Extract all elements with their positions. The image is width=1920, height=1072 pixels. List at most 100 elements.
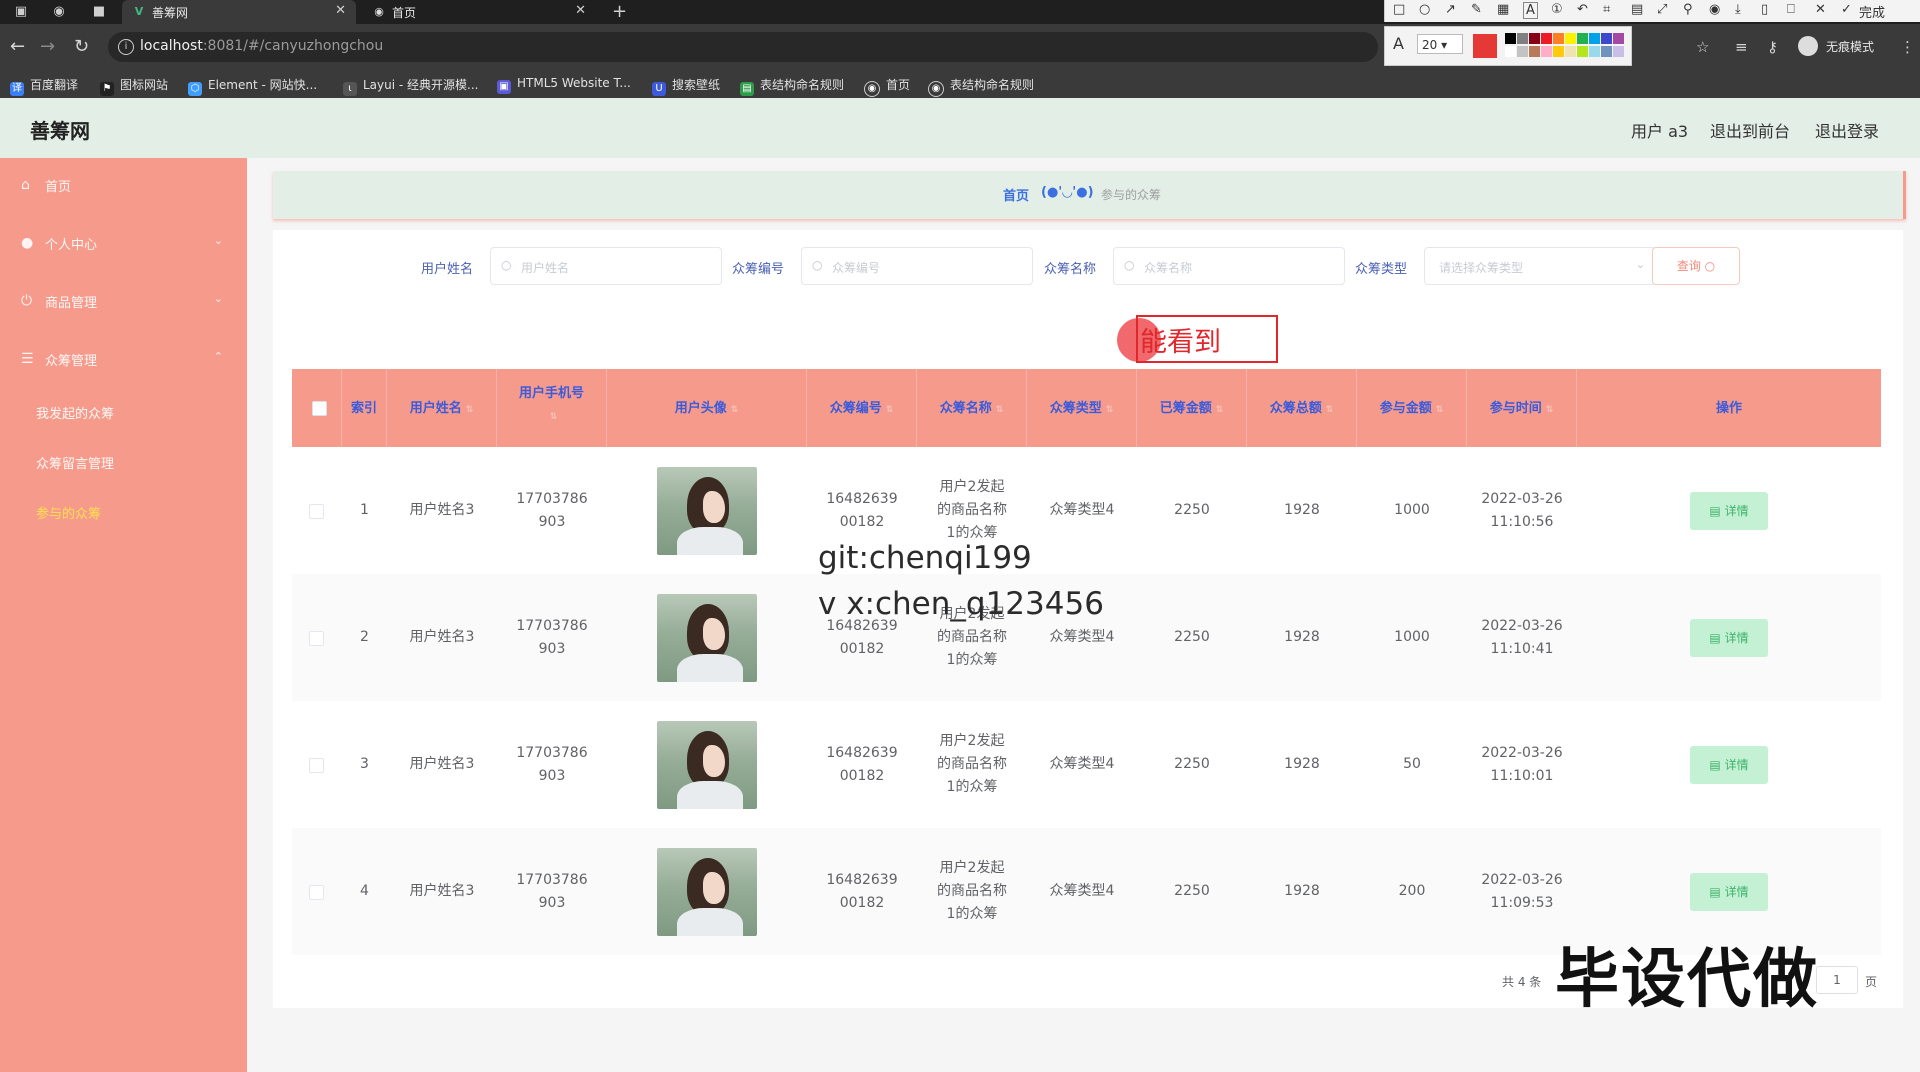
font-size-select[interactable]: 20 ▾	[1417, 34, 1463, 54]
color-swatch[interactable]	[1517, 46, 1528, 57]
bookmark-item[interactable]: U 搜索壁纸	[652, 76, 720, 96]
sidebar-item-profile[interactable]: ● 个人中心 ⌄	[0, 218, 247, 268]
bookmark-item[interactable]: ◉ 首页	[864, 76, 910, 97]
current-color-swatch[interactable]	[1473, 34, 1497, 58]
filter-name-input[interactable]: ○ 众筹名称	[1113, 247, 1345, 285]
url-input[interactable]: i localhost:8081/#/canyuzhongchou	[108, 32, 1378, 62]
color-swatch[interactable]	[1577, 33, 1588, 44]
color-swatch[interactable]	[1541, 33, 1552, 44]
detail-button[interactable]: ▤ 详情	[1690, 745, 1768, 784]
header-select-all[interactable]	[292, 369, 342, 447]
mosaic-tool-icon[interactable]: ▦	[1497, 2, 1509, 17]
color-swatch[interactable]	[1517, 33, 1528, 44]
bookmark-item[interactable]: ▣ HTML5 Website T...	[497, 76, 631, 94]
expand-icon[interactable]: ⤢	[1657, 2, 1667, 17]
color-swatch[interactable]	[1613, 46, 1624, 57]
close-icon[interactable]: ✕	[335, 3, 346, 18]
reload-icon[interactable]: ↻	[74, 36, 89, 57]
column-header[interactable]: 众筹总额 ⇅	[1247, 369, 1357, 447]
tab-search-icon[interactable]: ▣	[12, 4, 30, 20]
circle-tool-icon[interactable]: ○	[1419, 2, 1430, 17]
arrow-tool-icon[interactable]: ↗	[1445, 2, 1456, 17]
filter-code-input[interactable]: ○ 众筹编号	[801, 247, 1033, 285]
tab-active[interactable]: V 善筹网 ✕	[122, 0, 356, 24]
color-swatch[interactable]	[1613, 33, 1624, 44]
crop-icon[interactable]: ⌗	[1603, 2, 1610, 17]
reading-list-icon[interactable]: ≡	[1735, 38, 1748, 56]
color-swatch[interactable]	[1553, 46, 1564, 57]
detail-button[interactable]: ▤ 详情	[1690, 491, 1768, 530]
download-icon[interactable]: ⤓	[1735, 2, 1741, 17]
query-button[interactable]: 查询 ○	[1652, 247, 1740, 285]
sidebar-subitem-participated[interactable]: 参与的众筹	[36, 503, 101, 522]
check-icon[interactable]: ✓	[1841, 2, 1852, 17]
column-header[interactable]: 众筹名称 ⇅	[917, 369, 1027, 447]
color-swatch[interactable]	[1505, 33, 1516, 44]
row-checkbox[interactable]	[309, 631, 324, 646]
text-tool-icon[interactable]: A	[1523, 2, 1538, 19]
menu-dots-icon[interactable]: ⋮	[1900, 38, 1915, 56]
color-swatch[interactable]	[1529, 33, 1540, 44]
bookmark-item[interactable]: ɩ Layui - 经典开源模...	[343, 76, 478, 96]
color-swatch[interactable]	[1577, 46, 1588, 57]
new-tab-button[interactable]: +	[612, 1, 627, 22]
color-swatch[interactable]	[1589, 33, 1600, 44]
tab-inactive[interactable]: ◉ 首页 ✕	[362, 0, 596, 24]
back-to-front-link[interactable]: 退出到前台	[1710, 118, 1790, 142]
column-header[interactable]: 众筹类型 ⇅	[1027, 369, 1137, 447]
bookmark-item[interactable]: ⬡ Element - 网站快...	[188, 76, 317, 96]
column-header[interactable]: 用户头像 ⇅	[607, 369, 807, 447]
color-swatch[interactable]	[1601, 46, 1612, 57]
number-tool-icon[interactable]: ①	[1551, 2, 1563, 17]
column-header[interactable]: 已筹金额 ⇅	[1137, 369, 1247, 447]
globe-icon[interactable]: ◉	[50, 4, 68, 20]
page-jump-input[interactable]: 1	[1816, 966, 1858, 994]
detail-button[interactable]: ▤ 详情	[1690, 872, 1768, 911]
pen-tool-icon[interactable]: ✎	[1471, 2, 1482, 17]
filter-type-select[interactable]: 请选择众筹类型 ⌄	[1424, 247, 1656, 285]
column-header[interactable]: 用户手机号 ⇅	[497, 369, 607, 447]
bookmark-item[interactable]: ▤ 表结构命名规则	[740, 76, 844, 96]
column-header[interactable]: 索引	[342, 369, 387, 447]
color-swatch[interactable]	[1565, 33, 1576, 44]
bookmark-icon[interactable]: ⎕	[1787, 2, 1795, 17]
filter-username-input[interactable]: ○ 用户姓名	[490, 247, 722, 285]
bookmark-item[interactable]: ◉ 表结构命名规则	[928, 76, 1034, 97]
star-icon[interactable]: ☆	[1696, 38, 1709, 56]
sidebar-subitem-messages[interactable]: 众筹留言管理	[36, 453, 114, 472]
color-swatch[interactable]	[1589, 46, 1600, 57]
back-icon[interactable]: ←	[10, 36, 25, 57]
pin-icon[interactable]: ⚲	[1683, 2, 1693, 17]
bookmark-item[interactable]: 译百度翻译	[10, 76, 78, 96]
sidebar-item-crowdfunding[interactable]: ☰ 众筹管理 ⌃	[0, 334, 247, 384]
row-checkbox[interactable]	[309, 758, 324, 773]
done-button[interactable]: 完成	[1859, 2, 1885, 21]
color-swatch[interactable]	[1541, 46, 1552, 57]
info-icon[interactable]: i	[118, 39, 134, 55]
window-icon[interactable]: ■	[90, 4, 108, 20]
cancel-icon[interactable]: ✕	[1815, 2, 1826, 17]
row-checkbox[interactable]	[309, 885, 324, 900]
phone-icon[interactable]: ▯	[1761, 2, 1768, 17]
column-header[interactable]: 众筹编号 ⇅	[807, 369, 917, 447]
translate-icon[interactable]: ▤	[1631, 2, 1643, 17]
key-icon[interactable]: ⚷	[1767, 38, 1778, 56]
color-swatch[interactable]	[1553, 33, 1564, 44]
row-checkbox[interactable]	[309, 504, 324, 519]
color-swatch[interactable]	[1505, 46, 1516, 57]
sidebar-item-goods[interactable]: ⏻ 商品管理 ⌄	[0, 276, 247, 326]
breadcrumb-home[interactable]: 首页	[1003, 185, 1029, 204]
incognito-avatar-icon[interactable]	[1798, 36, 1818, 56]
color-swatch[interactable]	[1565, 46, 1576, 57]
detail-button[interactable]: ▤ 详情	[1690, 618, 1768, 657]
bookmark-item[interactable]: ⚑ 图标网站	[100, 76, 168, 96]
color-swatch[interactable]	[1529, 46, 1540, 57]
select-all-checkbox[interactable]	[312, 401, 327, 416]
column-header[interactable]: 参与时间 ⇅	[1467, 369, 1577, 447]
sidebar-item-home[interactable]: ⌂ 首页	[0, 160, 247, 210]
record-icon[interactable]: ◉	[1709, 2, 1720, 17]
forward-icon[interactable]: →	[40, 36, 55, 57]
color-swatch[interactable]	[1601, 33, 1612, 44]
close-icon[interactable]: ✕	[575, 3, 586, 18]
sidebar-subitem-my-crowdfunding[interactable]: 我发起的众筹	[36, 403, 114, 422]
